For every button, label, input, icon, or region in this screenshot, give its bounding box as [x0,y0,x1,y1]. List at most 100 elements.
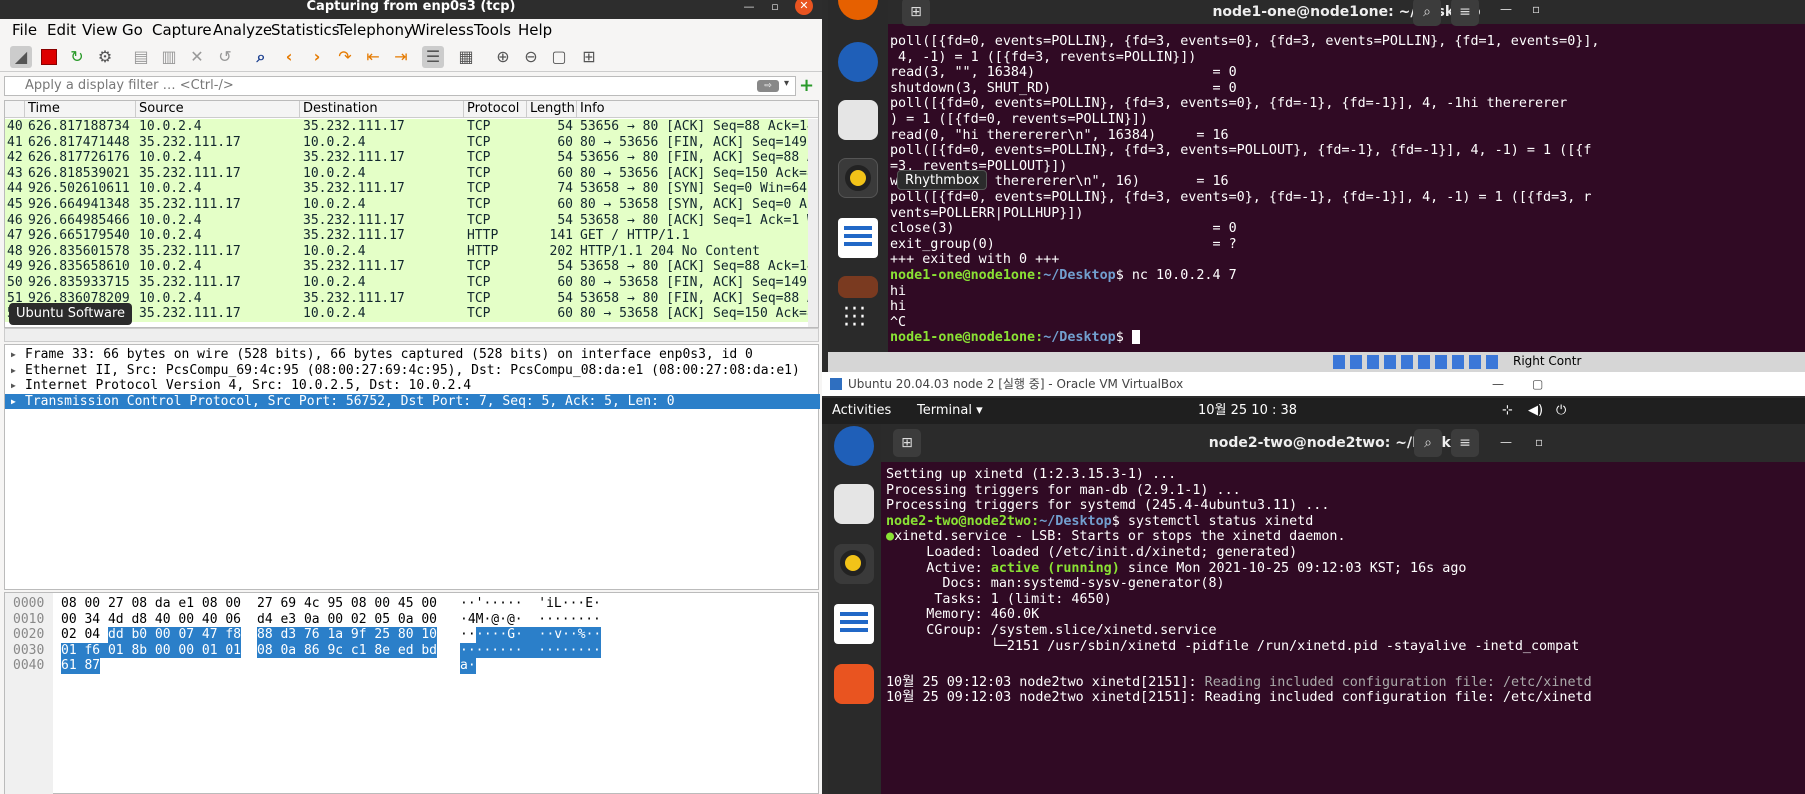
detail-ethernet[interactable]: ▶ Ethernet II, Src: PcsCompu_69:4c:95 (08… [5,363,820,379]
packet-no: 46 [7,212,23,228]
menu-edit[interactable]: Edit [47,21,76,39]
packet-row[interactable]: 47 926.665179540 10.0.2.4 35.232.111.17 HTTP… [5,228,808,244]
hamburger-menu-icon[interactable]: ≡ [1451,0,1479,26]
col-length[interactable]: Length [527,101,577,118]
packet-row[interactable]: 43 626.818539021 35.232.111.17 10.0.2.4 TCP 6… [5,165,808,182]
maximize-icon[interactable]: ▫ [766,0,784,14]
power-icon[interactable]: ⏻ [1556,398,1566,424]
normal-size-icon[interactable]: ▢ [548,46,570,68]
clock[interactable]: 10월 25 10 : 38 [1198,398,1297,424]
go-to-packet-icon[interactable]: ↷ [334,46,356,68]
expand-arrow-icon[interactable]: ▶ [11,347,16,363]
minimize-icon[interactable]: — [740,0,758,14]
search-icon[interactable]: ⌕ [1413,0,1441,26]
resize-columns-icon[interactable]: ⊞ [578,46,600,68]
minimize-icon[interactable]: — [1500,2,1512,16]
thunderbird-icon[interactable] [838,42,878,82]
zoom-in-icon[interactable]: ⊕ [492,46,514,68]
new-tab-icon[interactable]: ⊞ [893,429,921,457]
rhythmbox-icon[interactable] [838,158,878,198]
writer-icon[interactable] [834,604,874,644]
minimize-icon[interactable]: — [1500,435,1512,449]
packet-list[interactable]: Time Source Destination Protocol Length … [4,100,819,328]
open-file-icon[interactable]: ▤ [130,46,152,68]
detail-tcp[interactable]: ▶ Transmission Control Protocol, Src Port… [5,393,820,410]
packet-row[interactable]: 41 626.817471448 35.232.111.17 10.0.2.4 TCP 6… [5,134,808,151]
maximize-icon[interactable]: ▫ [1535,435,1543,449]
software-icon[interactable] [834,664,874,704]
packet-list-hscrollbar[interactable] [4,328,819,342]
go-forward-icon[interactable]: › [306,46,328,68]
display-filter-input[interactable]: Apply a display filter … <Ctrl-/> [4,76,796,96]
maximize-icon[interactable]: ▢ [1532,372,1543,396]
app-grid-icon[interactable]: ··· ··· ··· [843,299,867,337]
packet-row[interactable]: 44 926.502610611 10.0.2.4 35.232.111.17 TCP 7… [5,181,808,197]
hamburger-menu-icon[interactable]: ≡ [1451,429,1479,457]
new-tab-icon[interactable]: ⊞ [902,0,930,26]
packet-row[interactable]: 48 926.835601578 35.232.111.17 10.0.2.4 HTTP… [5,243,808,260]
go-last-icon[interactable]: ⇥ [390,46,412,68]
col-no[interactable] [5,101,25,118]
go-first-icon[interactable]: ⇤ [362,46,384,68]
find-packet-icon[interactable]: ⌕ [250,46,272,68]
col-info[interactable]: Info [577,101,808,118]
menu-help[interactable]: Help [518,21,552,39]
expand-arrow-icon[interactable]: ▶ [11,378,16,394]
apply-filter-arrow-icon[interactable]: ⇨ [757,80,779,92]
colorize-icon[interactable]: ▦ [455,46,477,68]
reload-file-icon[interactable]: ↺ [214,46,236,68]
firefox-icon[interactable] [838,0,878,20]
writer-icon[interactable] [838,218,878,258]
col-protocol[interactable]: Protocol [464,101,527,118]
menu-telephony[interactable]: Telephony [337,21,413,39]
activities-button[interactable]: Activities [832,398,891,424]
go-back-icon[interactable]: ‹ [278,46,300,68]
volume-icon[interactable]: ◀) [1528,398,1543,424]
menu-analyze[interactable]: Analyze [213,21,272,39]
add-filter-button-icon[interactable]: + [799,75,814,96]
files-icon[interactable] [834,484,874,524]
menu-tools[interactable]: Tools [474,21,511,39]
packet-row[interactable]: 50 926.835933715 35.232.111.17 10.0.2.4 TCP 6… [5,275,808,291]
software-icon[interactable] [838,276,878,298]
rhythmbox-icon[interactable] [834,544,874,584]
shark-fin-start-icon[interactable]: ◢ [10,46,32,68]
packet-row[interactable]: 42 626.817726176 10.0.2.4 35.232.111.17 TCP 5… [5,150,808,166]
packet-bytes[interactable]: 0000 08 00 27 08 da e1 08 00 27 69 4c 95 0… [4,592,819,794]
detail-frame[interactable]: ▶ Frame 33: 66 bytes on wire (528 bits), … [5,347,820,363]
restart-capture-icon[interactable]: ↻ [66,46,88,68]
col-time[interactable]: Time [25,101,136,118]
search-icon[interactable]: ⌕ [1414,429,1442,457]
capture-options-icon[interactable]: ⚙ [94,46,116,68]
packet-row[interactable]: 46 926.664985466 10.0.2.4 35.232.111.17 TCP 5… [5,212,808,229]
vm-status-icons[interactable] [1333,355,1503,369]
minimize-icon[interactable]: — [1492,372,1504,396]
network-icon[interactable]: ⊹ [1502,398,1513,424]
save-file-icon[interactable]: ▥ [158,46,180,68]
filter-dropdown-icon[interactable]: ▾ [784,78,789,89]
packet-row[interactable]: 49 926.835658610 10.0.2.4 35.232.111.17 TCP 5… [5,259,808,275]
zoom-out-icon[interactable]: ⊖ [520,46,542,68]
autoscroll-icon[interactable]: ☰ [422,46,444,68]
maximize-icon[interactable]: ▫ [1532,2,1540,16]
menu-statistics[interactable]: Statistics [271,21,340,39]
menu-view[interactable]: View [82,21,118,39]
menu-capture[interactable]: Capture [152,21,212,39]
thunderbird-icon[interactable] [834,426,874,466]
stop-capture-icon[interactable] [38,46,60,68]
packet-details[interactable]: ▶ Frame 33: 66 bytes on wire (528 bits), … [4,344,820,590]
close-file-icon[interactable]: ✕ [186,46,208,68]
terminal-app-menu[interactable]: Terminal ▾ [917,398,983,424]
expand-arrow-icon[interactable]: ▶ [11,394,16,410]
menu-go[interactable]: Go [122,21,143,39]
menu-file[interactable]: File [12,21,37,39]
packet-list-scrollbar[interactable] [808,119,818,327]
packet-row[interactable]: 40 626.817188734 10.0.2.4 35.232.111.17 TCP 5… [5,119,808,135]
col-source[interactable]: Source [136,101,300,118]
detail-ip[interactable]: ▶ Internet Protocol Version 4, Src: 10.0.… [5,378,820,394]
expand-arrow-icon[interactable]: ▶ [11,363,16,379]
col-destination[interactable]: Destination [300,101,464,118]
files-icon[interactable] [838,100,878,140]
menu-wireless[interactable]: Wireless [411,21,474,39]
packet-row[interactable]: 45 926.664941348 35.232.111.17 10.0.2.4 TCP 6… [5,197,808,213]
